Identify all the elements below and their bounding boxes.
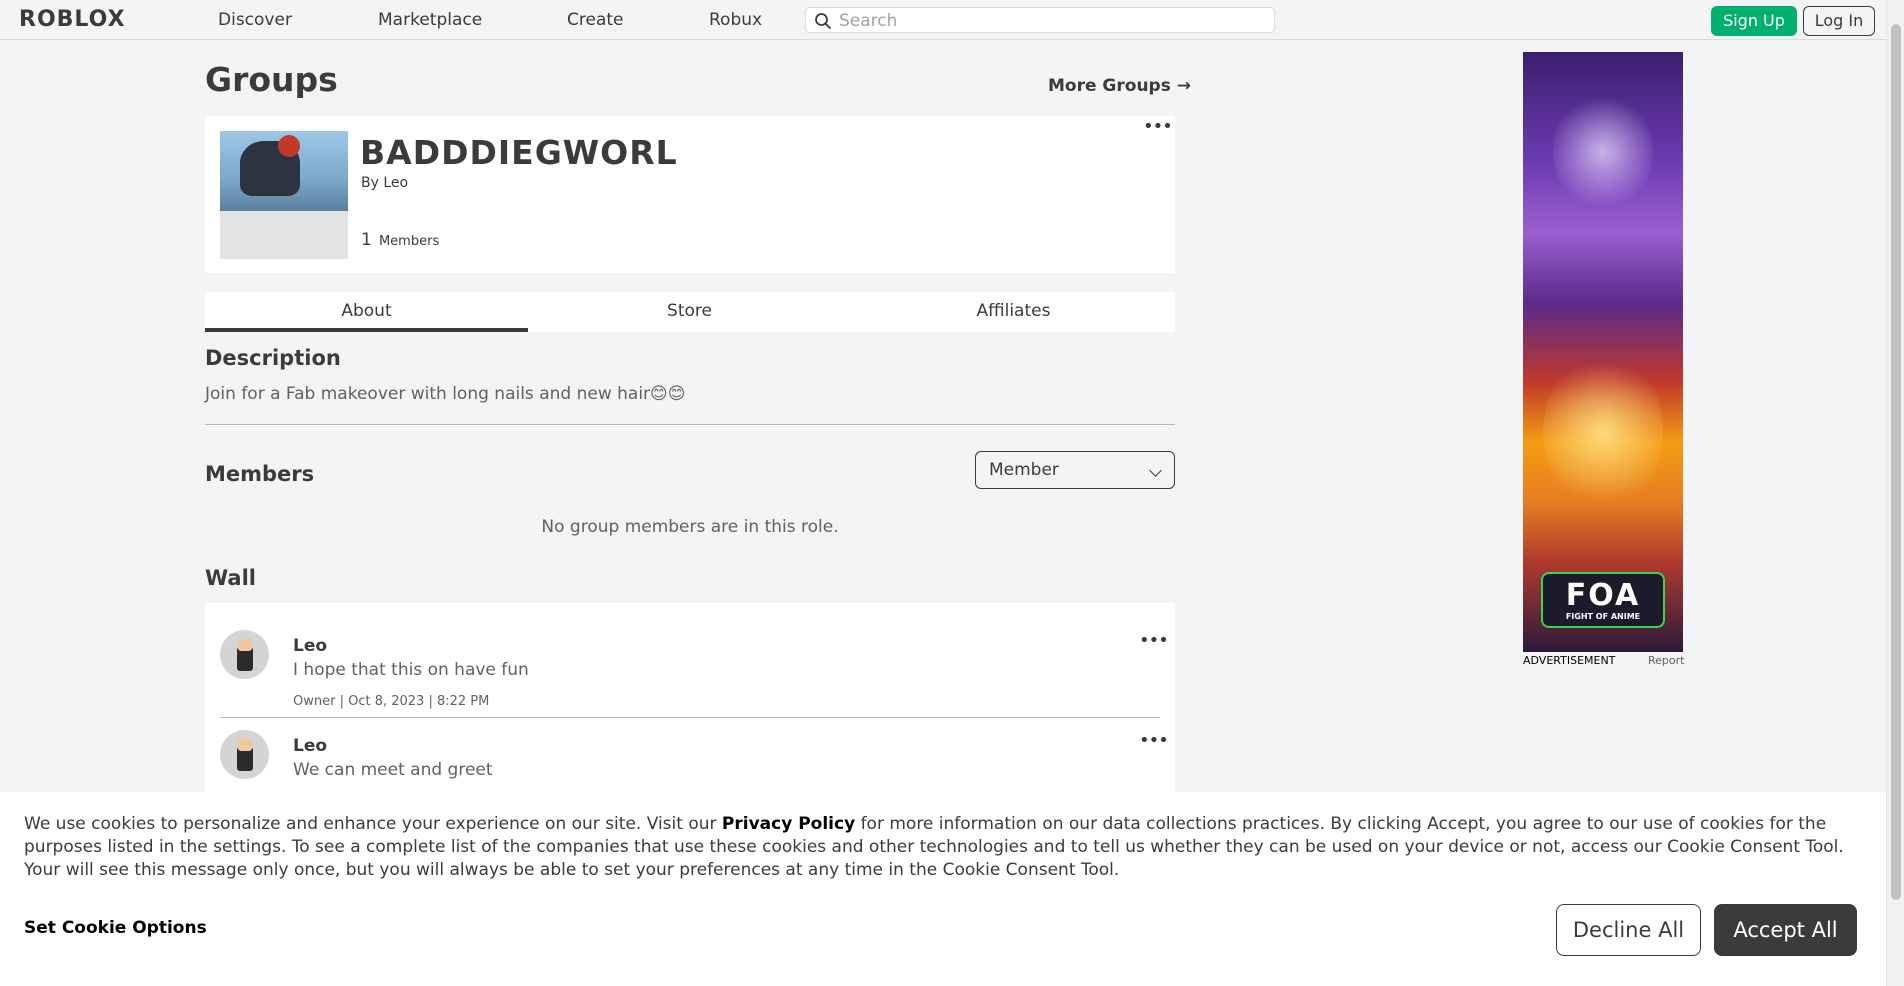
- ad-logo-text: FOA: [1565, 578, 1641, 613]
- wall-post: Leo I hope that this on have fun Owner |…: [220, 630, 1169, 710]
- post-message: I hope that this on have fun: [293, 660, 529, 680]
- more-dots-icon[interactable]: •••: [1143, 116, 1173, 137]
- search-placeholder: Search: [839, 11, 898, 31]
- role-selected-value: Member: [989, 460, 1059, 480]
- section-divider: [205, 424, 1175, 425]
- ad-logo-subtitle: FIGHT OF ANIME: [1565, 612, 1641, 621]
- avatar[interactable]: [220, 630, 269, 679]
- nav-discover[interactable]: Discover: [218, 10, 292, 30]
- top-nav: ROBLOX Discover Marketplace Create Robux…: [0, 0, 1886, 40]
- advertisement-banner[interactable]: FOA FIGHT OF ANIME: [1523, 52, 1683, 652]
- group-tabs: About Store Affiliates: [205, 292, 1175, 332]
- wall-heading: Wall: [205, 566, 256, 590]
- ad-report-link[interactable]: Report: [1648, 654, 1684, 667]
- group-member-count: 1 Members: [361, 230, 439, 250]
- group-header-card: BADDDIEGWORL By Leo 1 Members •••: [205, 116, 1175, 273]
- group-name: BADDDIEGWORL: [360, 133, 678, 172]
- group-emblem-image: [220, 131, 348, 259]
- description-heading: Description: [205, 346, 341, 370]
- roblox-logo[interactable]: ROBLOX: [19, 8, 126, 32]
- role-dropdown[interactable]: Member: [975, 451, 1175, 489]
- post-author[interactable]: Leo: [293, 636, 327, 656]
- privacy-policy-link[interactable]: Privacy Policy: [722, 814, 855, 834]
- ad-label: ADVERTISEMENT: [1523, 654, 1616, 667]
- more-groups-link[interactable]: More Groups →: [1048, 76, 1191, 96]
- search-input[interactable]: Search: [805, 7, 1275, 33]
- post-divider: [220, 717, 1160, 718]
- member-count-label: Members: [378, 234, 440, 249]
- cookie-banner: We use cookies to personalize and enhanc…: [0, 792, 1886, 986]
- post-author[interactable]: Leo: [293, 736, 327, 756]
- group-owner-link[interactable]: Leo: [383, 175, 408, 191]
- members-empty-message: No group members are in this role.: [541, 517, 839, 537]
- post-more-dots-icon[interactable]: •••: [1139, 730, 1169, 751]
- nav-robux[interactable]: Robux: [709, 10, 762, 30]
- scrollbar-thumb[interactable]: [1891, 24, 1901, 900]
- post-message: We can meet and greet: [293, 760, 493, 780]
- ad-logo: FOA FIGHT OF ANIME: [1541, 572, 1665, 628]
- cookie-text: We use cookies to personalize and enhanc…: [24, 814, 1844, 880]
- avatar[interactable]: [220, 730, 269, 779]
- tab-store[interactable]: Store: [528, 292, 851, 332]
- post-more-dots-icon[interactable]: •••: [1139, 630, 1169, 651]
- login-button[interactable]: Log In: [1803, 6, 1875, 36]
- set-cookie-options-link[interactable]: Set Cookie Options: [24, 918, 207, 938]
- page-title: Groups: [205, 60, 338, 99]
- decline-all-button[interactable]: Decline All: [1556, 904, 1701, 956]
- member-count-value: 1: [361, 230, 372, 250]
- group-owner-prefix: By: [361, 175, 379, 191]
- accept-all-button[interactable]: Accept All: [1714, 904, 1857, 956]
- description-text: Join for a Fab makeover with long nails …: [205, 384, 686, 404]
- post-meta: Owner | Oct 8, 2023 | 8:22 PM: [293, 694, 490, 709]
- signup-button[interactable]: Sign Up: [1711, 6, 1797, 36]
- members-heading: Members: [205, 462, 315, 486]
- chevron-down-icon: [1149, 464, 1162, 477]
- search-icon: [815, 13, 831, 29]
- group-owner: By Leo: [361, 175, 408, 191]
- page-scrollbar[interactable]: [1886, 0, 1904, 986]
- wall-posts: Leo I hope that this on have fun Owner |…: [205, 603, 1175, 803]
- nav-create[interactable]: Create: [567, 10, 624, 30]
- tab-about[interactable]: About: [205, 292, 528, 332]
- tab-affiliates[interactable]: Affiliates: [852, 292, 1175, 332]
- nav-marketplace[interactable]: Marketplace: [378, 10, 482, 30]
